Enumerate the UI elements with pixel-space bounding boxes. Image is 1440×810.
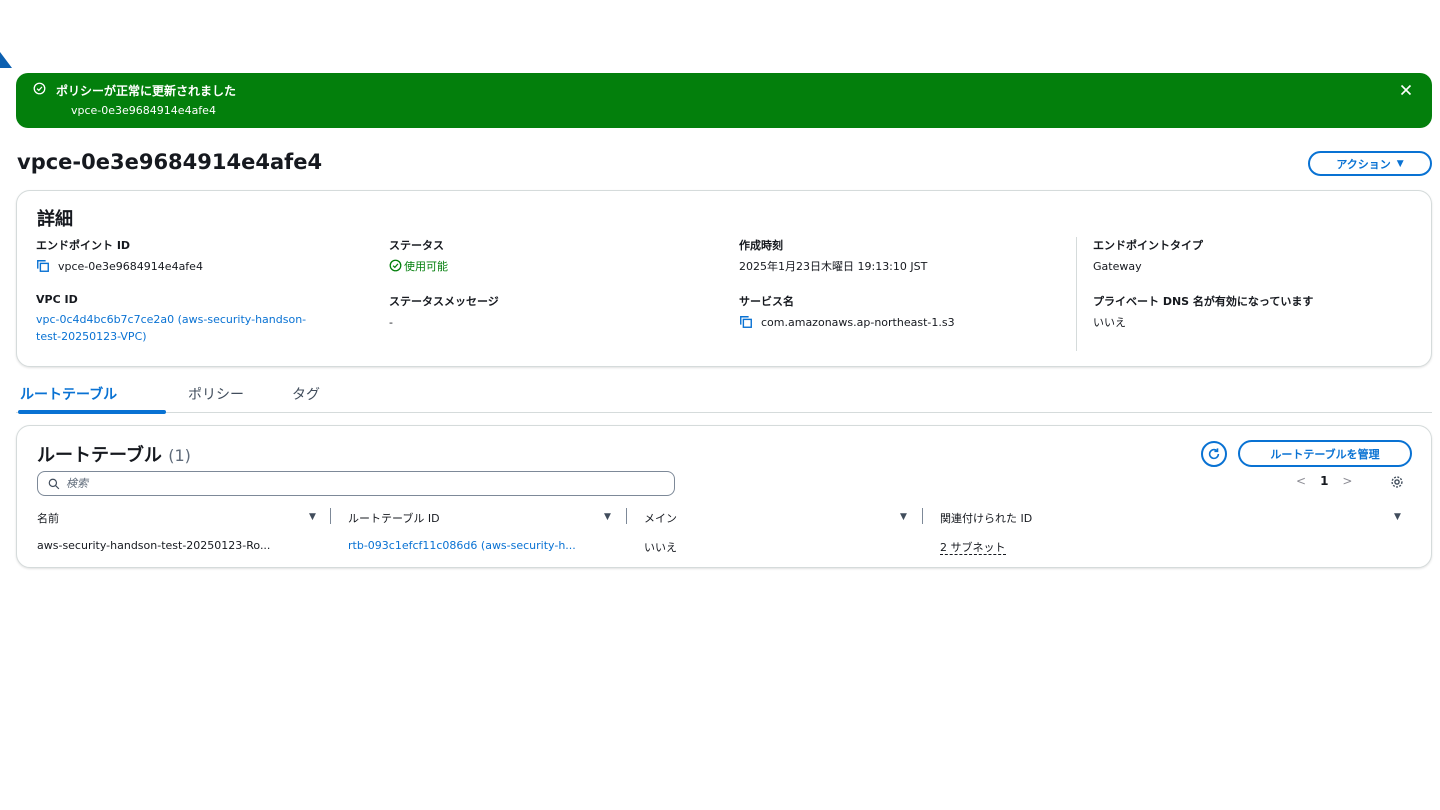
column-header-associated-id[interactable]: 関連付けられた ID — [940, 510, 1032, 526]
service-name-value: com.amazonaws.ap-northeast-1.s3 — [761, 316, 955, 329]
status-value: 使用可能 — [404, 260, 448, 273]
tab-policy[interactable]: ポリシー — [188, 384, 244, 404]
endpoint-type-label: エンドポイントタイプ — [1093, 239, 1203, 252]
flash-title: ポリシーが正常に更新されました — [56, 84, 237, 98]
status-message-value: - — [389, 316, 393, 329]
gear-icon[interactable] — [1390, 475, 1404, 489]
vpc-id-link[interactable]: vpc-0c4d4bc6b7c7ce2a0 (aws-security-hand… — [36, 311, 376, 345]
detail-tabs: ルートテーブル ポリシー タグ — [16, 380, 1432, 414]
endpoint-id-label: エンドポイント ID — [36, 239, 131, 252]
close-icon[interactable] — [1398, 82, 1414, 98]
created-time-label: 作成時刻 — [739, 239, 783, 252]
status-label: ステータス — [389, 239, 444, 252]
row-name: aws-security-handson-test-20250123-Ro... — [37, 539, 271, 552]
endpoint-id-field: エンドポイント ID vpce-0e3e9684914e4afe4 — [36, 237, 203, 276]
page-title: vpce-0e3e9684914e4afe4 — [17, 150, 323, 174]
search-icon — [48, 478, 60, 489]
route-tables-count: (1) — [168, 446, 191, 465]
corner-marker — [0, 52, 12, 68]
service-name-label: サービス名 — [739, 295, 794, 308]
vpc-id-label: VPC ID — [36, 293, 78, 306]
route-tables-panel: ルートテーブル (1) ルートテーブルを管理 < 1 > 名前 ▼ ルートテーブ… — [16, 425, 1432, 568]
flash-subtitle: vpce-0e3e9684914e4afe4 — [71, 104, 216, 117]
page-number[interactable]: 1 — [1320, 474, 1328, 488]
column-header-main[interactable]: メイン — [644, 510, 677, 526]
copy-icon[interactable] — [36, 259, 50, 273]
endpoint-type-field: エンドポイントタイプ Gateway — [1093, 237, 1203, 276]
row-main: いいえ — [644, 541, 677, 554]
private-dns-label: プライベート DNS 名が有効になっています — [1093, 295, 1314, 308]
column-separator — [330, 508, 331, 524]
details-panel: 詳細 エンドポイント ID vpce-0e3e9684914e4afe4 VPC… — [16, 190, 1432, 367]
status-check-icon — [389, 259, 402, 272]
column-separator — [922, 508, 923, 524]
search-box[interactable] — [37, 471, 675, 496]
status-field: ステータス 使用可能 — [389, 237, 448, 276]
sort-down-icon[interactable]: ▼ — [1394, 512, 1401, 522]
caret-down-icon: ▼ — [1396, 158, 1404, 169]
tab-route-tables[interactable]: ルートテーブル — [20, 384, 117, 404]
column-separator — [626, 508, 627, 524]
column-header-route-table-id[interactable]: ルートテーブル ID — [348, 510, 440, 526]
vpc-id-field: VPC ID vpc-0c4d4bc6b7c7ce2a0 (aws-securi… — [36, 293, 376, 345]
column-header-name[interactable]: 名前 — [37, 510, 59, 526]
created-time-field: 作成時刻 2025年1月23日木曜日 19:13:10 JST — [739, 237, 927, 276]
copy-icon[interactable] — [739, 315, 753, 329]
chevron-right-icon[interactable]: > — [1342, 474, 1352, 488]
actions-button[interactable]: アクション ▼ — [1308, 151, 1432, 176]
sort-down-icon[interactable]: ▼ — [604, 512, 611, 522]
private-dns-value: いいえ — [1093, 316, 1126, 329]
sort-down-icon[interactable]: ▼ — [309, 512, 316, 522]
service-name-field: サービス名 com.amazonaws.ap-northeast-1.s3 — [739, 293, 955, 332]
sort-down-icon[interactable]: ▼ — [900, 512, 907, 522]
success-flash-banner: ポリシーが正常に更新されました vpce-0e3e9684914e4afe4 — [16, 73, 1432, 128]
actions-button-label: アクション — [1336, 157, 1391, 171]
active-tab-indicator — [18, 410, 166, 414]
pagination: < 1 > — [1296, 474, 1352, 488]
endpoint-type-value: Gateway — [1093, 260, 1142, 273]
tab-tags[interactable]: タグ — [292, 384, 320, 404]
row-associated-subnets[interactable]: 2 サブネット — [940, 541, 1006, 555]
refresh-icon — [1208, 448, 1220, 460]
check-circle-icon — [33, 82, 46, 95]
search-input[interactable] — [66, 477, 626, 490]
status-message-label: ステータスメッセージ — [389, 295, 499, 308]
private-dns-field: プライベート DNS 名が有効になっています いいえ — [1093, 293, 1313, 332]
endpoint-id-value: vpce-0e3e9684914e4afe4 — [58, 260, 203, 273]
manage-route-tables-button[interactable]: ルートテーブルを管理 — [1238, 440, 1412, 467]
status-message-field: ステータスメッセージ - — [389, 293, 499, 332]
details-section-title: 詳細 — [37, 209, 73, 230]
route-tables-title: ルートテーブル (1) — [37, 445, 191, 466]
chevron-left-icon[interactable]: < — [1296, 474, 1306, 488]
refresh-button[interactable] — [1201, 441, 1227, 467]
created-time-value: 2025年1月23日木曜日 19:13:10 JST — [739, 260, 928, 273]
row-route-table-id-link[interactable]: rtb-093c1efcf11c086d6 (aws-security-h... — [348, 539, 618, 552]
column-divider — [1076, 237, 1077, 351]
